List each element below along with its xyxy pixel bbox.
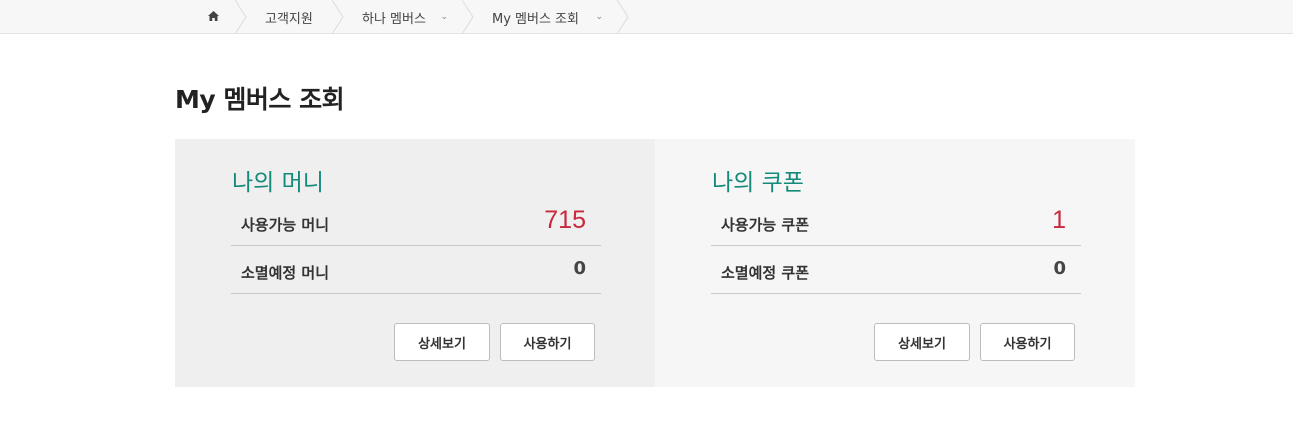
breadcrumb: 고객지원 하나 멤버스 ⌄ My 멤버스 조회 ⌄ — [193, 0, 629, 34]
expiring-coupon-label: 소멸예정 쿠폰 — [721, 264, 810, 282]
chevron-down-icon: ⌄ — [440, 12, 448, 22]
coupon-heading: 나의 쿠폰 — [712, 170, 804, 196]
home-icon — [207, 10, 219, 25]
money-detail-button[interactable]: 상세보기 — [394, 323, 490, 361]
expiring-money-value: 0 — [573, 258, 586, 279]
available-coupon-row: 사용가능 쿠폰 1 — [711, 198, 1081, 246]
chevron-separator-icon — [462, 0, 474, 34]
chevron-down-icon: ⌄ — [595, 12, 603, 22]
available-money-label: 사용가능 머니 — [241, 216, 330, 234]
breadcrumb-item-support[interactable]: 고객지원 — [247, 0, 344, 34]
money-panel: 나의 머니 사용가능 머니 715 소멸예정 머니 0 상세보기 사용하기 — [175, 139, 655, 387]
coupon-panel: 나의 쿠폰 사용가능 쿠폰 1 소멸예정 쿠폰 0 상세보기 사용하기 — [655, 139, 1135, 387]
chevron-separator-icon — [332, 0, 344, 34]
page-title: My 멤버스 조회 — [175, 85, 345, 114]
breadcrumb-item-my-members[interactable]: My 멤버스 조회 ⌄ — [474, 0, 629, 34]
available-coupon-value: 1 — [1052, 206, 1066, 234]
breadcrumb-label: My 멤버스 조회 — [492, 11, 579, 27]
chevron-separator-icon — [617, 0, 629, 34]
breadcrumb-bar: 고객지원 하나 멤버스 ⌄ My 멤버스 조회 ⌄ — [0, 0, 1293, 34]
breadcrumb-home[interactable] — [193, 0, 247, 34]
money-heading: 나의 머니 — [232, 170, 324, 196]
breadcrumb-item-hana-members[interactable]: 하나 멤버스 ⌄ — [344, 0, 474, 34]
expiring-coupon-value: 0 — [1053, 258, 1066, 279]
money-use-button[interactable]: 사용하기 — [500, 323, 595, 361]
expiring-coupon-row: 소멸예정 쿠폰 0 — [711, 246, 1081, 294]
available-money-value: 715 — [544, 206, 586, 234]
expiring-money-row: 소멸예정 머니 0 — [231, 246, 601, 294]
expiring-money-label: 소멸예정 머니 — [241, 264, 330, 282]
coupon-detail-button[interactable]: 상세보기 — [874, 323, 970, 361]
available-money-row: 사용가능 머니 715 — [231, 198, 601, 246]
chevron-separator-icon — [235, 0, 247, 34]
available-coupon-label: 사용가능 쿠폰 — [721, 216, 810, 234]
breadcrumb-label: 하나 멤버스 — [362, 11, 426, 27]
coupon-use-button[interactable]: 사용하기 — [980, 323, 1075, 361]
breadcrumb-label: 고객지원 — [265, 11, 313, 27]
